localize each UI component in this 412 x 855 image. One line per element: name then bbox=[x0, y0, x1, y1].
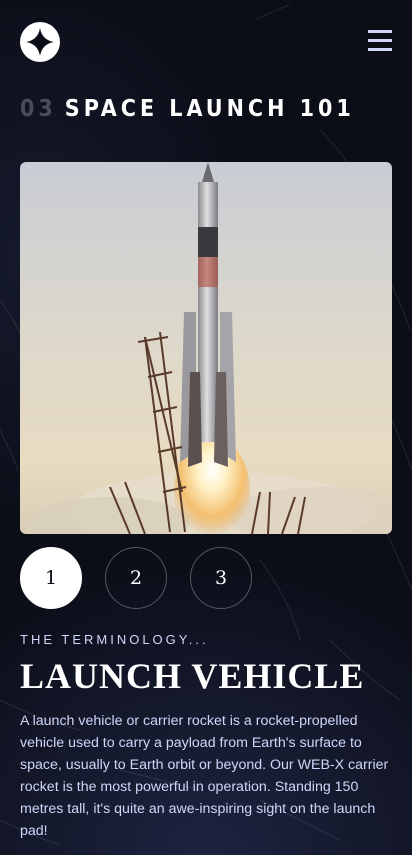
site-header bbox=[20, 22, 392, 64]
step-navigation: 1 2 3 bbox=[20, 547, 252, 609]
logo[interactable] bbox=[20, 22, 60, 62]
hero-image bbox=[20, 162, 392, 534]
hamburger-line bbox=[368, 39, 392, 42]
step-button-3[interactable]: 3 bbox=[190, 547, 252, 609]
vehicle-description: A launch vehicle or carrier rocket is a … bbox=[20, 713, 389, 839]
rocket-launch-image bbox=[20, 162, 392, 534]
vehicle-title: LAUNCH VEHICLE bbox=[20, 656, 365, 696]
terminology-eyebrow: THE TERMINOLOGY... bbox=[20, 632, 209, 647]
star-icon bbox=[26, 28, 54, 56]
hamburger-line bbox=[368, 48, 392, 51]
hamburger-menu-icon[interactable] bbox=[368, 30, 392, 51]
hamburger-line bbox=[368, 30, 392, 33]
step-button-2[interactable]: 2 bbox=[105, 547, 167, 609]
page-heading-number: 03 bbox=[20, 96, 57, 122]
page-heading-title: SPACE LAUNCH 101 bbox=[64, 96, 355, 122]
step-button-1[interactable]: 1 bbox=[20, 547, 82, 609]
page-heading: 03 SPACE LAUNCH 101 bbox=[20, 96, 355, 122]
